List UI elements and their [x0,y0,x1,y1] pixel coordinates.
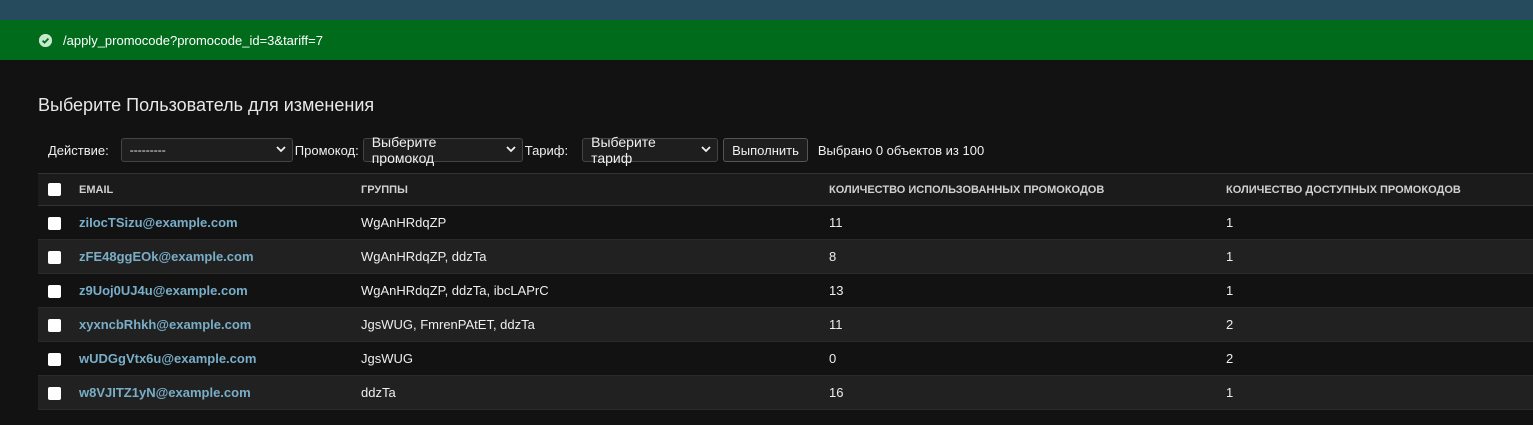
run-action-button[interactable]: Выполнить [723,138,808,162]
table-row: zFE48ggEOk@example.com WgAnHRdqZP, ddzTa… [38,239,1533,274]
email-cell: zFE48ggEOk@example.com [79,239,361,274]
select-all-checkbox[interactable] [48,183,61,196]
table-row: wUDGgVtx6u@example.com JgsWUG 0 2 [38,341,1533,376]
select-all-cell [38,173,79,206]
row-checkbox[interactable] [48,285,61,299]
top-header-bar [0,0,1533,20]
column-header-used-promocodes[interactable]: КОЛИЧЕСТВО ИСПОЛЬЗОВАННЫХ ПРОМОКОДОВ [829,173,1226,206]
used-promocodes-cell: 8 [829,239,1226,274]
tariff-label: Тариф: [524,142,569,158]
available-promocodes-cell: 2 [1226,307,1533,342]
tariff-select-value: Выберите тариф [591,134,656,166]
column-header-available-promocodes[interactable]: КОЛИЧЕСТВО ДОСТУПНЫХ ПРОМОКОДОВ [1226,173,1533,206]
email-link[interactable]: w8VJITZ1yN@example.com [79,385,251,400]
groups-cell: WgAnHRdqZP [361,205,829,240]
email-link[interactable]: ziIocTSizu@example.com [79,215,238,230]
table-header-row: EMAIL ГРУППЫ КОЛИЧЕСТВО ИСПОЛЬЗОВАННЫХ П… [38,173,1533,206]
promo-select-value: Выберите промокод [371,134,437,166]
email-link[interactable]: zFE48ggEOk@example.com [79,249,254,264]
table-row: xyxncbRhkh@example.com JgsWUG, FmrenPAtE… [38,307,1533,342]
action-label: Действие: [48,142,109,158]
table-row: z9Uoj0UJ4u@example.com WgAnHRdqZP, ddzTa… [38,273,1533,308]
row-checkbox-cell [38,239,79,274]
table-row: ziIocTSizu@example.com WgAnHRdqZP 11 1 [38,205,1533,240]
email-link[interactable]: xyxncbRhkh@example.com [79,317,251,332]
row-checkbox[interactable] [48,251,61,265]
chevron-down-icon [276,144,286,156]
groups-cell: JgsWUG [361,341,829,376]
row-checkbox-cell [38,341,79,376]
page-title: Выберите Пользователь для изменения [38,95,375,115]
used-promocodes-cell: 13 [829,273,1226,308]
groups-cell: WgAnHRdqZP, ddzTa [361,239,829,274]
row-checkbox[interactable] [48,217,61,231]
used-promocodes-cell: 0 [829,341,1226,376]
column-header-groups[interactable]: ГРУППЫ [361,173,829,206]
results-table: EMAIL ГРУППЫ КОЛИЧЕСТВО ИСПОЛЬЗОВАННЫХ П… [38,173,1533,410]
available-promocodes-cell: 2 [1226,341,1533,376]
used-promocodes-cell: 16 [829,375,1226,410]
main-content: Выберите Пользователь для изменения Дейс… [0,93,1533,410]
chevron-down-icon [701,144,711,156]
email-cell: wUDGgVtx6u@example.com [79,341,361,376]
available-promocodes-cell: 1 [1226,205,1533,240]
row-checkbox-cell [38,307,79,342]
action-bar: Действие: --------- Промокод: Выберите п… [38,134,1533,166]
used-promocodes-cell: 11 [829,307,1226,342]
groups-cell: JgsWUG, FmrenPAtET, ddzTa [361,307,829,342]
action-select[interactable]: --------- [120,138,293,162]
row-checkbox[interactable] [48,387,61,401]
tariff-select[interactable]: Выберите тариф [582,134,719,166]
action-select-value: --------- [129,143,166,157]
row-checkbox-cell [38,375,79,410]
row-checkbox-cell [38,273,79,308]
chevron-down-icon [506,144,516,156]
row-checkbox[interactable] [48,319,61,333]
row-checkbox-cell [38,205,79,240]
available-promocodes-cell: 1 [1226,273,1533,308]
email-cell: ziIocTSizu@example.com [79,205,361,240]
available-promocodes-cell: 1 [1226,375,1533,410]
selected-counter: Выбрано 0 объектов из 100 [817,142,985,158]
column-header-email[interactable]: EMAIL [79,173,361,206]
email-link[interactable]: wUDGgVtx6u@example.com [79,351,256,366]
table-row: w8VJITZ1yN@example.com ddzTa 16 1 [38,375,1533,410]
promo-label: Промокод: [294,142,359,158]
email-cell: z9Uoj0UJ4u@example.com [79,273,361,308]
used-promocodes-cell: 11 [829,205,1226,240]
groups-cell: ddzTa [361,375,829,410]
row-checkbox[interactable] [48,353,61,367]
success-message: /apply_promocode?promocode_id=3&tariff=7 [0,20,1533,60]
email-link[interactable]: z9Uoj0UJ4u@example.com [79,283,248,298]
email-cell: xyxncbRhkh@example.com [79,307,361,342]
email-cell: w8VJITZ1yN@example.com [79,375,361,410]
available-promocodes-cell: 1 [1226,239,1533,274]
promo-select[interactable]: Выберите промокод [362,134,523,166]
groups-cell: WgAnHRdqZP, ddzTa, ibcLAPrC [361,273,829,308]
check-circle-icon [39,33,52,47]
message-text: /apply_promocode?promocode_id=3&tariff=7 [63,32,323,48]
